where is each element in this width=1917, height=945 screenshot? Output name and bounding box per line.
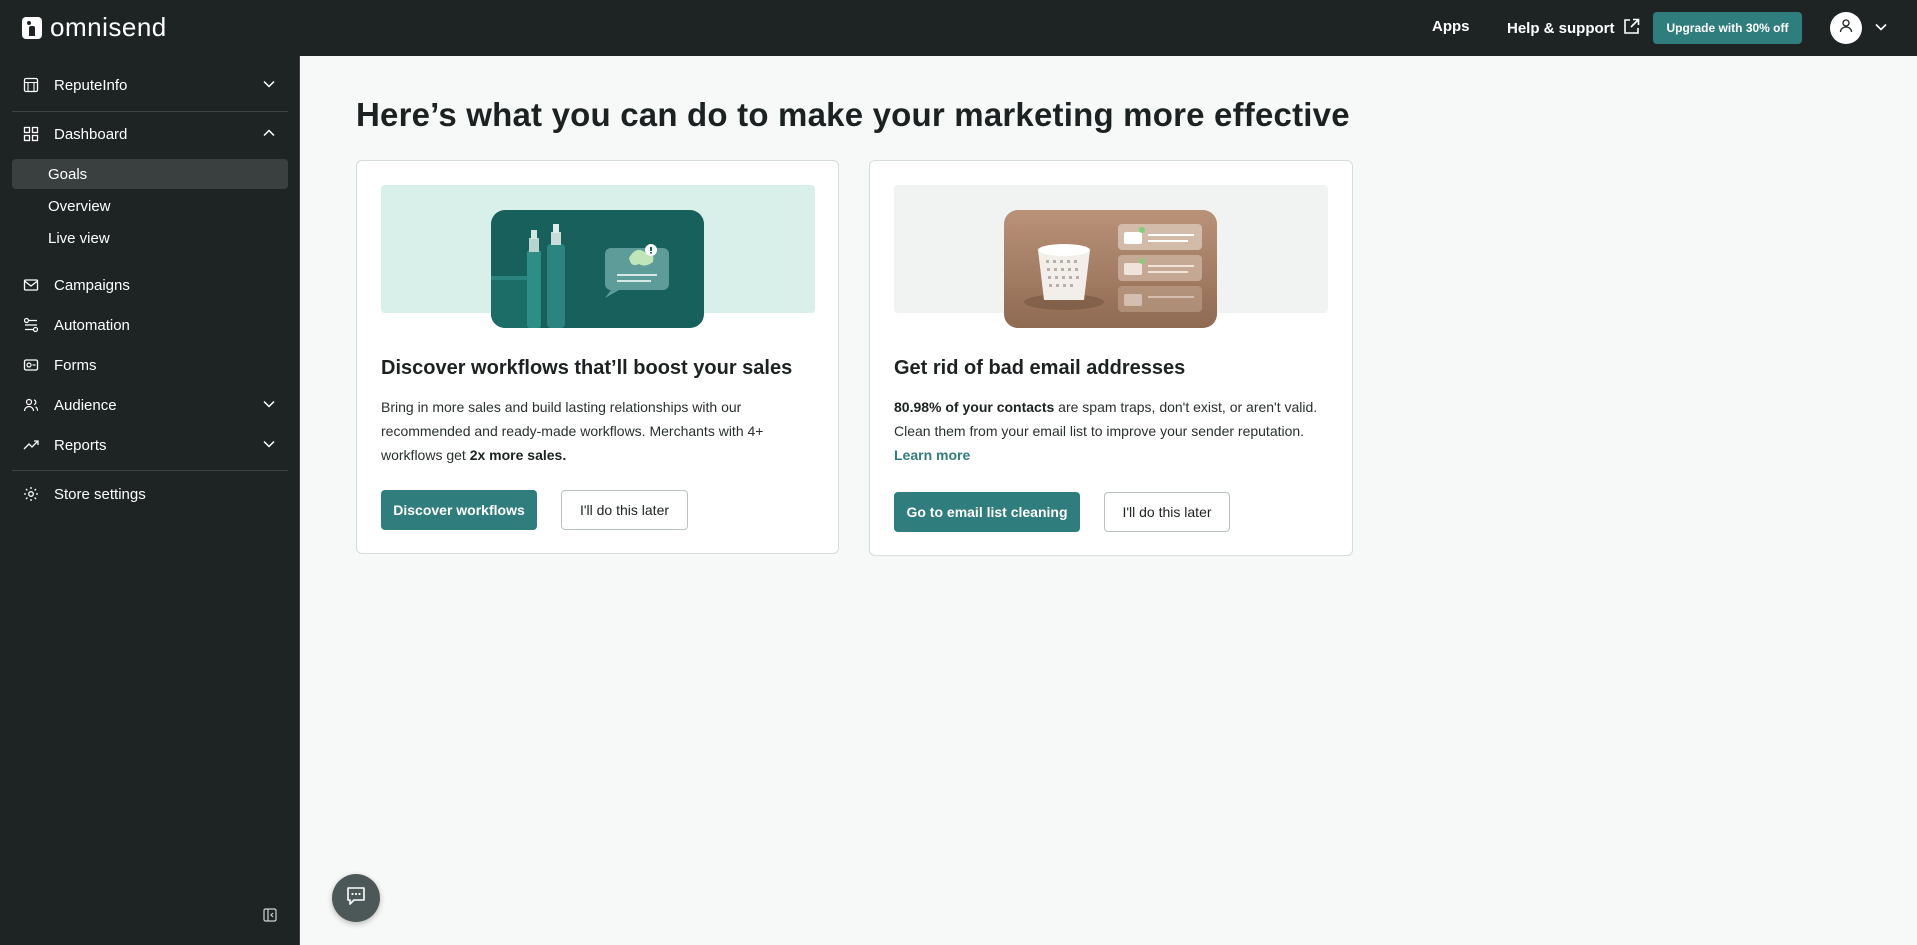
- page-title: Here’s what you can do to make your mark…: [356, 96, 1350, 133]
- card-description: 80.98% of your contacts are spam traps, …: [894, 395, 1334, 467]
- sidebar-item-label: Reports: [54, 436, 107, 454]
- sidebar-divider: [12, 470, 288, 471]
- sidebar-item-reports[interactable]: Reports: [12, 429, 288, 461]
- email-list-cleaning-button[interactable]: Go to email list cleaning: [894, 492, 1080, 532]
- sidebar-divider: [12, 111, 288, 112]
- trend-icon: [22, 436, 40, 454]
- card-description-highlight: 80.98% of your contacts: [894, 399, 1055, 415]
- sidebar-item-store-settings[interactable]: Store settings: [12, 478, 288, 510]
- gear-icon: [22, 485, 40, 503]
- do-later-button[interactable]: I'll do this later: [1104, 492, 1230, 532]
- sidebar-item-label: Forms: [54, 356, 97, 374]
- sidebar-item-forms[interactable]: Forms: [12, 349, 288, 381]
- chevron-down-icon: [262, 77, 276, 95]
- workflows-illustration-image: [491, 210, 704, 328]
- workflows-illustration: [381, 185, 815, 328]
- collapse-sidebar-icon[interactable]: [263, 908, 277, 927]
- top-bar: omnisend Apps Help & support Upgrade wit…: [0, 0, 1917, 56]
- store-icon: [22, 76, 40, 94]
- card-title: Discover workflows that’ll boost your sa…: [381, 357, 793, 379]
- sidebar-item-label: Store settings: [54, 485, 146, 503]
- account-chevron-down-icon[interactable]: [1874, 20, 1888, 39]
- user-icon: [1838, 18, 1854, 39]
- sidebar-subitem-goals[interactable]: Goals: [12, 159, 288, 189]
- chevron-down-icon: [262, 397, 276, 415]
- card-description-line: Clean them from your email list to impro…: [894, 423, 1305, 439]
- sidebar-item-label: Dashboard: [54, 125, 128, 143]
- discover-workflows-button[interactable]: Discover workflows: [381, 490, 537, 530]
- audience-icon: [22, 396, 40, 414]
- sidebar-subitem-overview[interactable]: Overview: [12, 191, 288, 221]
- sidebar-item-audience[interactable]: Audience: [12, 389, 288, 421]
- card-description-line: workflows get 2x more sales.: [381, 443, 821, 467]
- sidebar-subitem-live-view[interactable]: Live view: [12, 223, 288, 253]
- mail-icon: [22, 276, 40, 294]
- sidebar-item-label: ReputeInfo: [54, 76, 128, 94]
- card-description-line: Bring in more sales and build lasting re…: [381, 399, 742, 415]
- chevron-down-icon: [262, 437, 276, 455]
- sidebar-item-store[interactable]: ReputeInfo: [12, 69, 288, 101]
- sidebar-item-dashboard[interactable]: Dashboard: [12, 118, 288, 150]
- card-description-text: are spam traps, don't exist, or aren't v…: [1054, 399, 1318, 415]
- sidebar-item-label: Audience: [54, 396, 117, 414]
- logo-text: omnisend: [50, 12, 167, 42]
- sidebar: ReputeInfo Dashboard Goals Overview Live…: [0, 56, 300, 945]
- external-link-icon: [1623, 18, 1640, 39]
- card-description-line: recommended and ready-made workflows. Me…: [381, 423, 764, 439]
- sidebar-item-label: Automation: [54, 316, 130, 334]
- card-title: Get rid of bad email addresses: [894, 357, 1186, 379]
- sidebar-item-label: Campaigns: [54, 276, 130, 294]
- do-later-button[interactable]: I'll do this later: [561, 490, 688, 530]
- help-support-label: Help & support: [1507, 20, 1615, 37]
- help-support-link[interactable]: Help & support: [1507, 18, 1640, 39]
- card-description-highlight: 2x more sales.: [469, 447, 567, 463]
- workflows-card: Discover workflows that’ll boost your sa…: [356, 160, 839, 554]
- sidebar-item-campaigns[interactable]: Campaigns: [12, 269, 288, 301]
- card-description: Bring in more sales and build lasting re…: [381, 395, 821, 467]
- email-cleaning-card: Get rid of bad email addresses 80.98% of…: [869, 160, 1353, 556]
- apps-link[interactable]: Apps: [1432, 18, 1470, 35]
- user-avatar[interactable]: [1830, 12, 1862, 44]
- email-cleaning-illustration-image: [1004, 210, 1217, 328]
- apps-label: Apps: [1432, 18, 1470, 35]
- card-description-text: workflows get: [381, 447, 470, 463]
- omnisend-logo[interactable]: omnisend: [22, 12, 167, 43]
- email-cleaning-illustration: [894, 185, 1328, 328]
- dashboard-icon: [22, 125, 40, 143]
- chevron-up-icon: [262, 126, 276, 144]
- omnisend-logo-icon: [22, 16, 42, 39]
- automation-icon: [22, 316, 40, 334]
- learn-more-link[interactable]: Learn more: [894, 443, 1334, 467]
- chat-support-button[interactable]: [332, 874, 380, 922]
- upgrade-button[interactable]: Upgrade with 30% off: [1653, 12, 1802, 44]
- forms-icon: [22, 356, 40, 374]
- chat-icon: [345, 885, 367, 912]
- sidebar-item-automation[interactable]: Automation: [12, 309, 288, 341]
- card-description-line: 80.98% of your contacts are spam traps, …: [894, 395, 1334, 419]
